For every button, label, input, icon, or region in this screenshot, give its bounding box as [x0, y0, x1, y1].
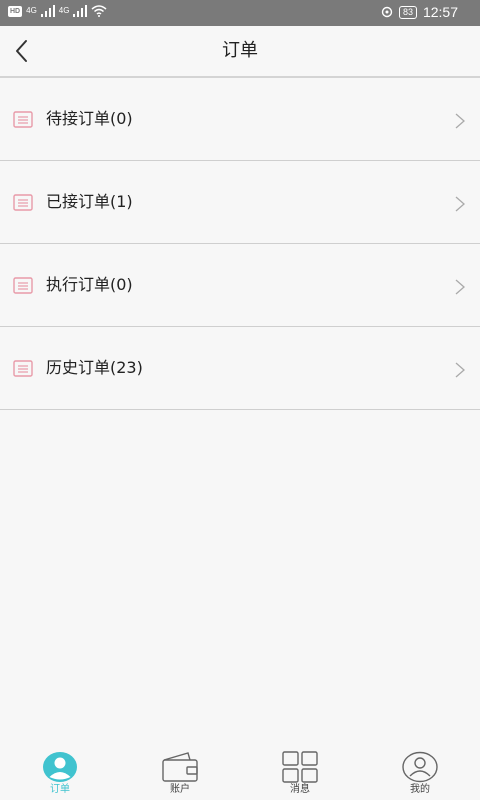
network-label-2: 4G — [58, 6, 70, 15]
tab-mine[interactable]: 我的 — [360, 745, 480, 800]
order-row-executing[interactable]: 执行订单(0) — [0, 244, 480, 327]
signal-icon — [40, 5, 55, 17]
profile-icon — [402, 751, 438, 783]
order-row-history[interactable]: 历史订单(23) — [0, 327, 480, 410]
top-app-bar: 订单 — [0, 26, 480, 78]
wifi-icon — [91, 5, 107, 17]
tab-account[interactable]: 账户 — [120, 745, 240, 800]
battery-indicator: 83 — [398, 5, 417, 19]
order-row-label: 已接订单(1) — [46, 192, 133, 211]
location-icon — [381, 6, 393, 18]
order-row-accepted[interactable]: 已接订单(1) — [0, 161, 480, 244]
tab-orders[interactable]: 订单 — [0, 745, 120, 800]
chevron-right-icon — [455, 196, 465, 212]
status-right: 83 12:57 — [381, 4, 458, 20]
user-circle-icon — [43, 752, 77, 782]
page-title: 订单 — [222, 40, 258, 61]
chevron-left-icon — [16, 40, 27, 62]
order-row-pending[interactable]: 待接订单(0) — [0, 78, 480, 161]
tab-label: 我的 — [410, 784, 430, 795]
order-list: 待接订单(0) 已接订单(1) 执行订单(0) 历史订单(23) — [0, 78, 480, 410]
clock: 12:57 — [422, 4, 458, 20]
chevron-right-icon — [455, 279, 465, 295]
tab-messages[interactable]: 消息 — [240, 745, 360, 800]
hd-badge: HD — [8, 5, 23, 17]
bottom-tab-bar: 订单 账户 消息 我的 — [0, 745, 480, 800]
tab-label: 订单 — [50, 784, 70, 795]
chevron-right-icon — [455, 362, 465, 378]
tab-label: 消息 — [290, 784, 310, 795]
order-row-label: 待接订单(0) — [46, 109, 133, 128]
back-button[interactable] — [8, 36, 38, 66]
clipboard-icon — [13, 194, 33, 211]
signal-icon — [73, 5, 88, 17]
chevron-right-icon — [455, 113, 465, 129]
order-row-label: 执行订单(0) — [46, 275, 133, 294]
status-left: HD 4G 4G — [8, 5, 107, 17]
network-label-1: 4G — [26, 6, 37, 15]
clipboard-icon — [13, 360, 33, 377]
clipboard-icon — [13, 277, 33, 294]
tab-label: 账户 — [170, 784, 190, 795]
wallet-icon — [162, 752, 198, 782]
grid-icon — [282, 751, 318, 783]
status-bar: HD 4G 4G 83 12:57 — [0, 0, 480, 26]
clipboard-icon — [13, 111, 33, 128]
order-row-label: 历史订单(23) — [46, 358, 143, 377]
